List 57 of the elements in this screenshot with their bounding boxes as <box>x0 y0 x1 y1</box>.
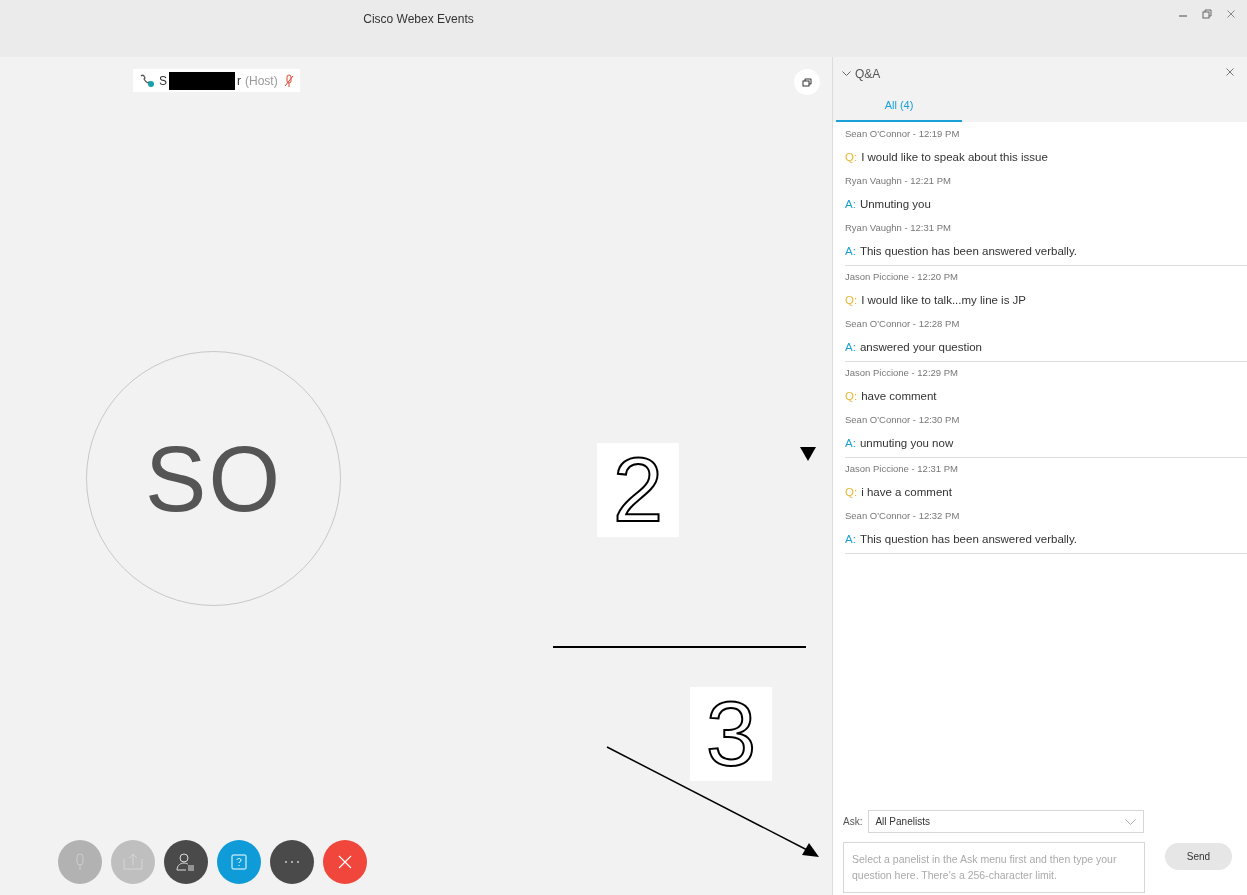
message-author: Sean O'Connor - 12:19 PM <box>845 127 961 142</box>
message-author: Sean O'Connor - 12:30 PM <box>845 413 961 428</box>
more-icon <box>284 860 300 864</box>
pop-out-button[interactable] <box>794 69 820 95</box>
message-text: This question has been answered verbally. <box>859 244 1077 260</box>
message-text: answered your question <box>859 340 982 356</box>
message-text: I would like to speak about this issue <box>861 150 1048 166</box>
more-button[interactable] <box>270 840 314 884</box>
restore-icon[interactable] <box>1201 8 1213 20</box>
answer-prefix: A: <box>845 436 856 452</box>
qa-button[interactable] <box>217 840 261 884</box>
message-author: Sean O'Connor - 12:32 PM <box>845 509 961 524</box>
number-text: 2 <box>612 445 664 535</box>
message-author: Ryan Vaughn - 12:31 PM <box>845 221 952 236</box>
message-author: Jason Piccione - 12:29 PM <box>845 366 959 381</box>
microphone-icon <box>74 852 86 872</box>
send-button[interactable]: Send <box>1165 843 1232 870</box>
triangle-marker-icon <box>800 447 816 461</box>
message-text: i have a comment <box>861 485 952 501</box>
chevron-down-icon <box>842 71 851 77</box>
participant-role: (Host) <box>245 72 278 90</box>
person-list-icon <box>176 852 196 872</box>
message-text: have comment <box>861 389 937 405</box>
participant-name: S <box>159 72 167 90</box>
close-icon[interactable] <box>1225 67 1235 77</box>
message-author: Jason Piccione - 12:20 PM <box>845 270 959 285</box>
message-author: Sean O'Connor - 12:28 PM <box>845 317 961 332</box>
ask-dropdown[interactable]: All Panelists <box>868 810 1145 833</box>
message-author: Ryan Vaughn - 12:21 PM <box>845 174 952 189</box>
message-text: This question has been answered verbally. <box>859 532 1077 548</box>
question-icon <box>231 854 247 870</box>
avatar-initials: SO <box>145 426 282 532</box>
question-input[interactable]: Select a panelist in the Ask menu first and then type your question here. There's a 256-character limit. <box>843 842 1145 893</box>
close-icon <box>337 854 353 870</box>
answer-prefix: A: <box>845 197 856 213</box>
question-prefix: Q: <box>845 293 858 309</box>
question-prefix: Q: <box>845 389 858 405</box>
panel-title: Q&A <box>855 66 881 83</box>
windows-icon <box>802 77 812 87</box>
answer-prefix: A: <box>845 532 856 548</box>
answer-prefix: A: <box>845 244 856 260</box>
participants-button[interactable] <box>164 840 208 884</box>
window-title: Cisco Webex Events <box>363 11 474 28</box>
message-author: Jason Piccione - 12:31 PM <box>845 462 959 477</box>
chevron-down-icon <box>1125 818 1137 825</box>
message-text: I would like to talk...my line is JP <box>861 293 1027 309</box>
ask-label: Ask: <box>843 815 863 829</box>
number-text: 3 <box>705 689 757 779</box>
close-icon[interactable] <box>1225 8 1237 20</box>
question-prefix: Q: <box>845 150 858 166</box>
message-text: unmuting you now <box>859 436 954 452</box>
message-text: Unmuting you <box>859 197 931 213</box>
question-prefix: Q: <box>845 485 858 501</box>
participant-name: r <box>237 72 241 90</box>
leave-button[interactable] <box>323 840 367 884</box>
phone-icon <box>139 73 155 88</box>
answer-prefix: A: <box>845 340 856 356</box>
